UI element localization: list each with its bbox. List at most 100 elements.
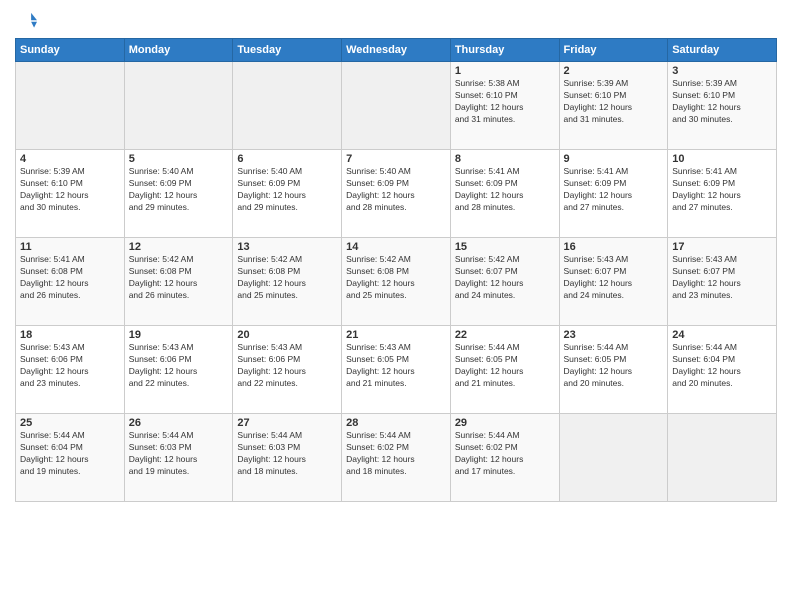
calendar-cell: 4Sunrise: 5:39 AM Sunset: 6:10 PM Daylig…: [16, 150, 125, 238]
week-row-2: 4Sunrise: 5:39 AM Sunset: 6:10 PM Daylig…: [16, 150, 777, 238]
day-info: Sunrise: 5:41 AM Sunset: 6:09 PM Dayligh…: [672, 166, 772, 214]
day-info: Sunrise: 5:43 AM Sunset: 6:06 PM Dayligh…: [237, 342, 337, 390]
calendar-cell: 11Sunrise: 5:41 AM Sunset: 6:08 PM Dayli…: [16, 238, 125, 326]
day-info: Sunrise: 5:42 AM Sunset: 6:07 PM Dayligh…: [455, 254, 555, 302]
days-header-row: SundayMondayTuesdayWednesdayThursdayFrid…: [16, 39, 777, 62]
day-number: 28: [346, 417, 446, 429]
day-number: 22: [455, 329, 555, 341]
day-number: 25: [20, 417, 120, 429]
calendar-cell: [342, 62, 451, 150]
day-info: Sunrise: 5:38 AM Sunset: 6:10 PM Dayligh…: [455, 78, 555, 126]
day-number: 12: [129, 241, 229, 253]
day-number: 10: [672, 153, 772, 165]
day-number: 13: [237, 241, 337, 253]
calendar-cell: 22Sunrise: 5:44 AM Sunset: 6:05 PM Dayli…: [450, 326, 559, 414]
day-number: 23: [564, 329, 664, 341]
day-info: Sunrise: 5:43 AM Sunset: 6:07 PM Dayligh…: [564, 254, 664, 302]
calendar-cell: 27Sunrise: 5:44 AM Sunset: 6:03 PM Dayli…: [233, 414, 342, 502]
calendar-cell: 7Sunrise: 5:40 AM Sunset: 6:09 PM Daylig…: [342, 150, 451, 238]
day-info: Sunrise: 5:44 AM Sunset: 6:02 PM Dayligh…: [346, 430, 446, 478]
day-info: Sunrise: 5:39 AM Sunset: 6:10 PM Dayligh…: [20, 166, 120, 214]
day-info: Sunrise: 5:44 AM Sunset: 6:04 PM Dayligh…: [20, 430, 120, 478]
calendar-cell: 2Sunrise: 5:39 AM Sunset: 6:10 PM Daylig…: [559, 62, 668, 150]
week-row-4: 18Sunrise: 5:43 AM Sunset: 6:06 PM Dayli…: [16, 326, 777, 414]
day-number: 15: [455, 241, 555, 253]
calendar-cell: 25Sunrise: 5:44 AM Sunset: 6:04 PM Dayli…: [16, 414, 125, 502]
day-info: Sunrise: 5:40 AM Sunset: 6:09 PM Dayligh…: [237, 166, 337, 214]
day-info: Sunrise: 5:44 AM Sunset: 6:05 PM Dayligh…: [455, 342, 555, 390]
day-info: Sunrise: 5:41 AM Sunset: 6:09 PM Dayligh…: [455, 166, 555, 214]
calendar-cell: 18Sunrise: 5:43 AM Sunset: 6:06 PM Dayli…: [16, 326, 125, 414]
day-number: 18: [20, 329, 120, 341]
calendar-cell: 24Sunrise: 5:44 AM Sunset: 6:04 PM Dayli…: [668, 326, 777, 414]
calendar-cell: 10Sunrise: 5:41 AM Sunset: 6:09 PM Dayli…: [668, 150, 777, 238]
calendar-cell: [16, 62, 125, 150]
calendar-cell: 15Sunrise: 5:42 AM Sunset: 6:07 PM Dayli…: [450, 238, 559, 326]
day-number: 7: [346, 153, 446, 165]
week-row-1: 1Sunrise: 5:38 AM Sunset: 6:10 PM Daylig…: [16, 62, 777, 150]
day-info: Sunrise: 5:44 AM Sunset: 6:02 PM Dayligh…: [455, 430, 555, 478]
day-info: Sunrise: 5:43 AM Sunset: 6:07 PM Dayligh…: [672, 254, 772, 302]
day-info: Sunrise: 5:43 AM Sunset: 6:06 PM Dayligh…: [20, 342, 120, 390]
calendar-cell: 5Sunrise: 5:40 AM Sunset: 6:09 PM Daylig…: [124, 150, 233, 238]
calendar-cell: 8Sunrise: 5:41 AM Sunset: 6:09 PM Daylig…: [450, 150, 559, 238]
calendar-cell: [124, 62, 233, 150]
day-info: Sunrise: 5:42 AM Sunset: 6:08 PM Dayligh…: [237, 254, 337, 302]
calendar-cell: [559, 414, 668, 502]
calendar-cell: 28Sunrise: 5:44 AM Sunset: 6:02 PM Dayli…: [342, 414, 451, 502]
calendar-table: SundayMondayTuesdayWednesdayThursdayFrid…: [15, 38, 777, 502]
logo: [15, 10, 41, 32]
day-number: 8: [455, 153, 555, 165]
day-info: Sunrise: 5:44 AM Sunset: 6:04 PM Dayligh…: [672, 342, 772, 390]
day-info: Sunrise: 5:39 AM Sunset: 6:10 PM Dayligh…: [672, 78, 772, 126]
day-number: 4: [20, 153, 120, 165]
day-number: 6: [237, 153, 337, 165]
calendar-cell: [668, 414, 777, 502]
day-info: Sunrise: 5:43 AM Sunset: 6:05 PM Dayligh…: [346, 342, 446, 390]
week-row-5: 25Sunrise: 5:44 AM Sunset: 6:04 PM Dayli…: [16, 414, 777, 502]
day-header-wednesday: Wednesday: [342, 39, 451, 62]
day-number: 27: [237, 417, 337, 429]
day-info: Sunrise: 5:44 AM Sunset: 6:05 PM Dayligh…: [564, 342, 664, 390]
calendar-cell: 12Sunrise: 5:42 AM Sunset: 6:08 PM Dayli…: [124, 238, 233, 326]
week-row-3: 11Sunrise: 5:41 AM Sunset: 6:08 PM Dayli…: [16, 238, 777, 326]
calendar-cell: 21Sunrise: 5:43 AM Sunset: 6:05 PM Dayli…: [342, 326, 451, 414]
calendar-cell: 17Sunrise: 5:43 AM Sunset: 6:07 PM Dayli…: [668, 238, 777, 326]
header: [15, 10, 777, 32]
day-number: 14: [346, 241, 446, 253]
day-header-thursday: Thursday: [450, 39, 559, 62]
day-info: Sunrise: 5:41 AM Sunset: 6:08 PM Dayligh…: [20, 254, 120, 302]
day-info: Sunrise: 5:39 AM Sunset: 6:10 PM Dayligh…: [564, 78, 664, 126]
day-info: Sunrise: 5:40 AM Sunset: 6:09 PM Dayligh…: [346, 166, 446, 214]
day-number: 5: [129, 153, 229, 165]
day-number: 17: [672, 241, 772, 253]
calendar-cell: 13Sunrise: 5:42 AM Sunset: 6:08 PM Dayli…: [233, 238, 342, 326]
day-info: Sunrise: 5:44 AM Sunset: 6:03 PM Dayligh…: [129, 430, 229, 478]
day-info: Sunrise: 5:44 AM Sunset: 6:03 PM Dayligh…: [237, 430, 337, 478]
calendar-cell: 9Sunrise: 5:41 AM Sunset: 6:09 PM Daylig…: [559, 150, 668, 238]
calendar-cell: 3Sunrise: 5:39 AM Sunset: 6:10 PM Daylig…: [668, 62, 777, 150]
calendar-cell: 1Sunrise: 5:38 AM Sunset: 6:10 PM Daylig…: [450, 62, 559, 150]
logo-icon: [15, 10, 37, 32]
page: SundayMondayTuesdayWednesdayThursdayFrid…: [0, 0, 792, 612]
day-header-monday: Monday: [124, 39, 233, 62]
day-number: 16: [564, 241, 664, 253]
day-header-saturday: Saturday: [668, 39, 777, 62]
day-number: 9: [564, 153, 664, 165]
day-info: Sunrise: 5:40 AM Sunset: 6:09 PM Dayligh…: [129, 166, 229, 214]
day-number: 2: [564, 65, 664, 77]
day-info: Sunrise: 5:42 AM Sunset: 6:08 PM Dayligh…: [346, 254, 446, 302]
day-info: Sunrise: 5:41 AM Sunset: 6:09 PM Dayligh…: [564, 166, 664, 214]
calendar-cell: 16Sunrise: 5:43 AM Sunset: 6:07 PM Dayli…: [559, 238, 668, 326]
calendar-cell: 14Sunrise: 5:42 AM Sunset: 6:08 PM Dayli…: [342, 238, 451, 326]
day-number: 1: [455, 65, 555, 77]
calendar-cell: 19Sunrise: 5:43 AM Sunset: 6:06 PM Dayli…: [124, 326, 233, 414]
day-header-friday: Friday: [559, 39, 668, 62]
day-header-sunday: Sunday: [16, 39, 125, 62]
day-number: 11: [20, 241, 120, 253]
calendar-cell: 23Sunrise: 5:44 AM Sunset: 6:05 PM Dayli…: [559, 326, 668, 414]
calendar-cell: 29Sunrise: 5:44 AM Sunset: 6:02 PM Dayli…: [450, 414, 559, 502]
day-number: 24: [672, 329, 772, 341]
day-header-tuesday: Tuesday: [233, 39, 342, 62]
calendar-cell: [233, 62, 342, 150]
